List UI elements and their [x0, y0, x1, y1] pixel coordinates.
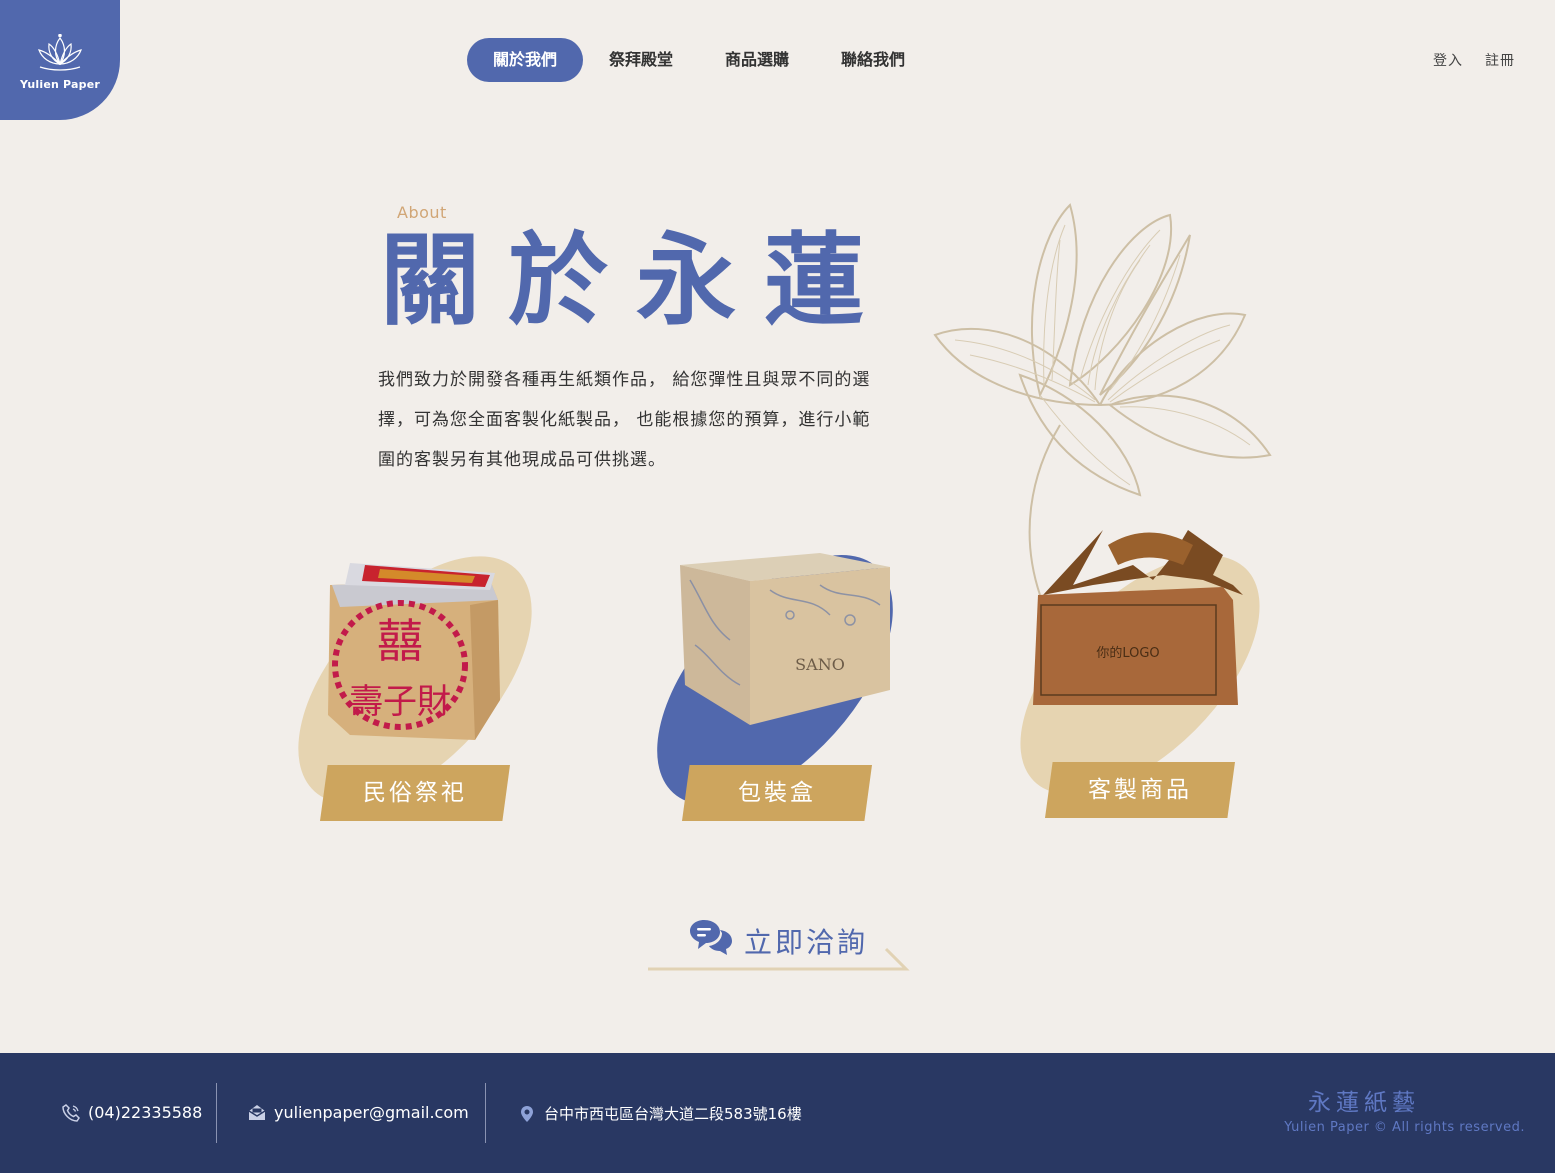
category-card-custom[interactable]: 你的LOGO 客製商品	[995, 520, 1295, 820]
login-link[interactable]: 登入	[1433, 50, 1463, 70]
address-text: 台中市西屯區台灣大道二段583號16樓	[544, 1105, 802, 1123]
main-nav: 關於我們 祭拜殿堂 商品選購 聯絡我們	[467, 38, 931, 82]
mail-icon	[248, 1104, 266, 1120]
phone-number: (04)22335588	[88, 1103, 203, 1122]
footer-email[interactable]: yulienpaper@gmail.com	[248, 1103, 469, 1122]
category-label-custom[interactable]: 客製商品	[1045, 762, 1235, 818]
offering-print-bottom: 壽子財	[349, 682, 451, 722]
custom-print-text: 你的LOGO	[1096, 645, 1159, 661]
kraft-box-image: SANO	[680, 553, 890, 725]
page-title: 關於永蓮	[380, 221, 892, 339]
nav-item-contact[interactable]: 聯絡我們	[815, 38, 931, 82]
brand-logo[interactable]: Yulien Paper	[0, 0, 120, 120]
handle-box-image: 你的LOGO	[1033, 530, 1243, 705]
box-print-text: SANO	[795, 655, 845, 674]
phone-icon	[62, 1103, 80, 1122]
nav-item-worship[interactable]: 祭拜殿堂	[583, 38, 699, 82]
inquiry-button[interactable]: 立即洽詢	[648, 915, 910, 975]
category-card-box[interactable]: SANO 包裝盒	[630, 540, 930, 840]
location-pin-icon	[521, 1105, 533, 1122]
category-label-box[interactable]: 包裝盒	[682, 765, 872, 821]
about-label: About	[397, 203, 447, 222]
email-address: yulienpaper@gmail.com	[274, 1103, 469, 1122]
footer-brand: 永蓮紙藝	[1308, 1090, 1420, 1116]
category-label-folk[interactable]: 民俗祭祀	[320, 765, 510, 821]
nav-item-about[interactable]: 關於我們	[467, 38, 584, 82]
cta-arrow-underline	[648, 947, 910, 971]
footer-phone[interactable]: (04)22335588	[62, 1103, 202, 1122]
auth-links: 登入 註冊	[1433, 50, 1515, 70]
footer-copyright: Yulien Paper © All rights reserved.	[1284, 1120, 1525, 1135]
footer-address[interactable]: 台中市西屯區台灣大道二段583號16樓	[518, 1103, 802, 1124]
footer-divider	[216, 1083, 217, 1143]
register-link[interactable]: 註冊	[1485, 50, 1515, 70]
lotus-icon	[38, 33, 82, 71]
footer-divider	[485, 1083, 486, 1143]
footer: (04)22335588 yulienpaper@gmail.com 台中市西屯…	[0, 1053, 1555, 1173]
offering-stack-image: 囍 壽子財	[328, 563, 500, 740]
category-card-folk[interactable]: 囍 壽子財 民俗祭祀	[270, 540, 570, 840]
nav-item-shop[interactable]: 商品選購	[699, 38, 815, 82]
offering-print-top: 囍	[377, 614, 423, 668]
logo-text: Yulien Paper	[19, 77, 100, 91]
about-description: 我們致力於開發各種再生紙類作品， 給您彈性且與眾不同的選擇，可為您全面客製化紙製…	[378, 370, 871, 470]
